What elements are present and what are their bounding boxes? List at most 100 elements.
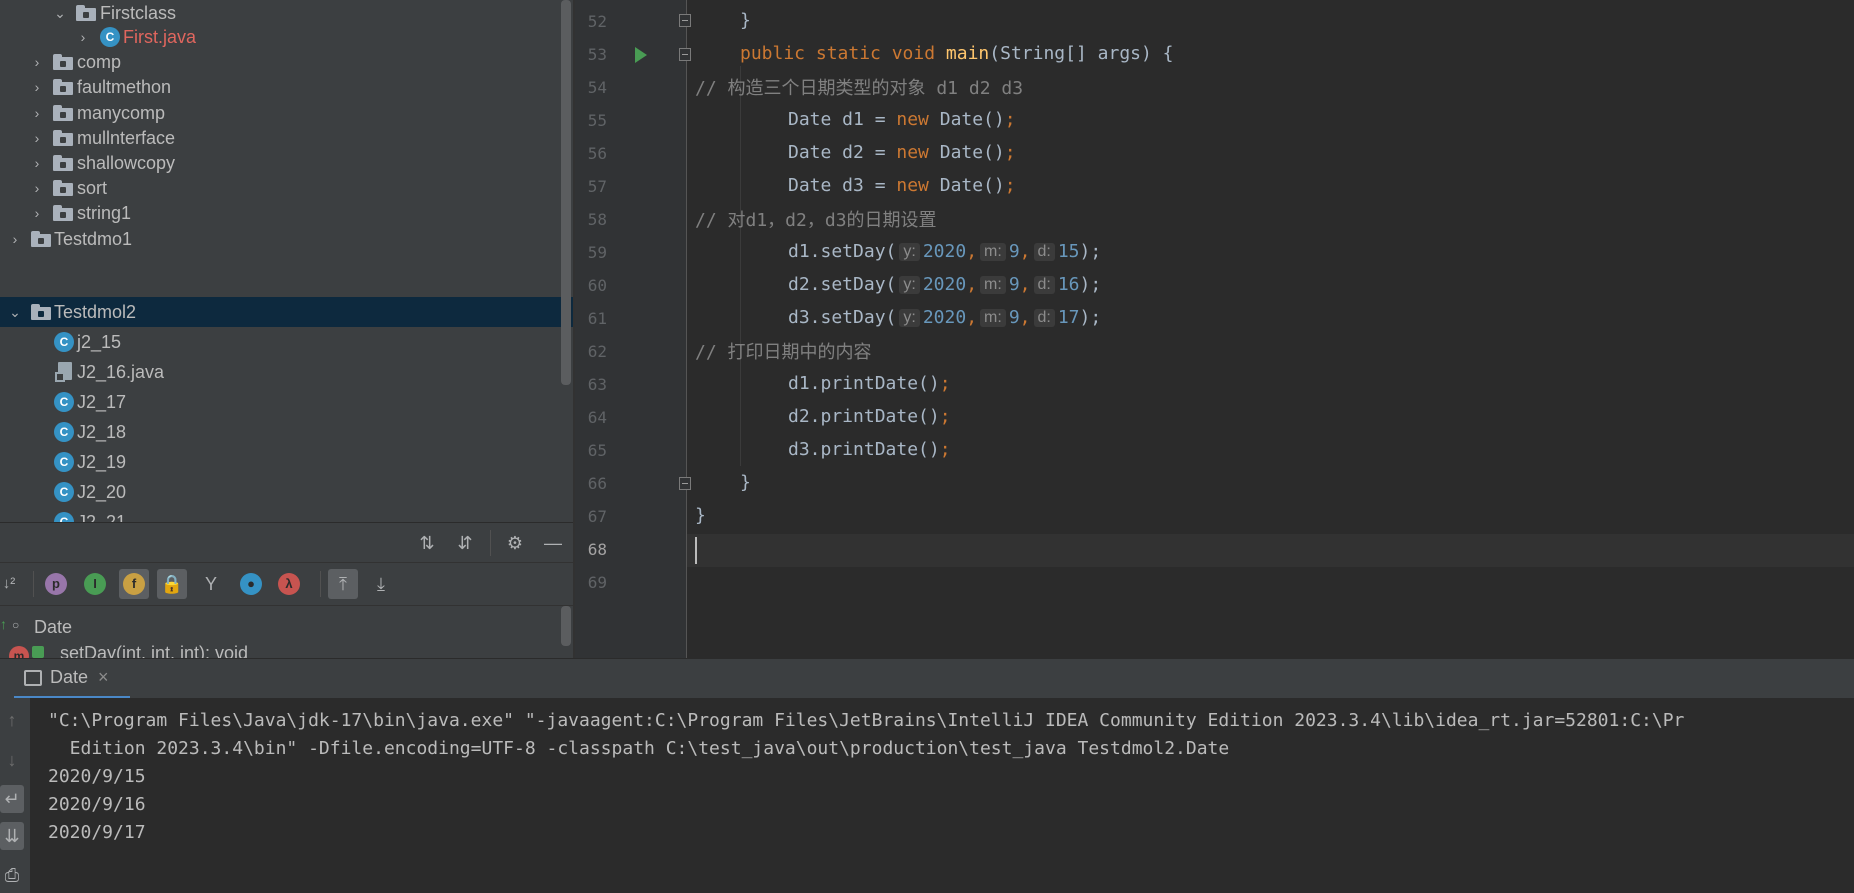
project-scrollbar[interactable] <box>561 0 571 385</box>
chevron-down-icon[interactable]: ⌄ <box>53 6 67 20</box>
show-lambdas-icon[interactable]: λ <box>278 573 300 595</box>
code-line-58-comment: // 对d1，d2，d3的日期设置 <box>695 209 937 231</box>
run-panel-header: Date × <box>0 658 1854 699</box>
console-icon <box>24 669 42 686</box>
tree-item-j2-16-java[interactable]: J2_16.java <box>0 357 573 387</box>
autoscroll-from-source-icon[interactable]: ⤓ <box>366 569 396 599</box>
toolbar-separator <box>33 571 34 597</box>
toolbar-separator <box>320 571 321 597</box>
structure-tree: ↑ ○ Date m setDay(int, int, int): void <box>0 605 573 658</box>
chevron-right-icon[interactable]: › <box>30 106 44 120</box>
current-line-highlight <box>687 534 1854 567</box>
structure-scrollbar[interactable] <box>561 606 571 646</box>
chevron-right-icon[interactable]: › <box>30 181 44 195</box>
java-class-icon: C <box>54 392 74 412</box>
code-line-53: public static void main (String[] args) { <box>740 43 1174 64</box>
chevron-right-icon[interactable]: › <box>30 80 44 94</box>
tree-item-label: Testdmol2 <box>54 301 137 322</box>
tree-item-label: First.java <box>123 26 197 47</box>
tree-item-label: shallowcopy <box>77 152 176 173</box>
param-hint-d: d: <box>1033 242 1055 261</box>
soft-wrap-icon[interactable]: ↵ <box>0 785 24 813</box>
tree-item-label: sort <box>77 177 108 198</box>
java-class-icon: C <box>54 422 74 442</box>
param-hint-y: y: <box>899 275 920 294</box>
autoscroll-to-source-icon[interactable]: ⤒ <box>328 569 358 599</box>
code-line-57: Date d3 = new Date(); <box>788 175 1016 196</box>
folder-icon <box>76 5 96 21</box>
console-line: 2020/9/17 <box>48 822 146 843</box>
line-number: 67 <box>587 507 607 526</box>
tree-item-testdmol2-row[interactable]: ⌄ Testdmol2 <box>0 297 573 327</box>
fold-marker-icon[interactable] <box>679 48 691 61</box>
structure-item-setday[interactable]: m setDay(int, int, int): void <box>0 640 573 658</box>
code-line-65: d3.printDate(); <box>788 439 951 460</box>
fold-marker-icon[interactable] <box>679 14 691 27</box>
tree-item-j2-21[interactable]: C J2_21 <box>0 507 573 522</box>
tree-item-label: Testdmo1 <box>54 228 133 249</box>
java-class-icon: C <box>54 482 74 502</box>
code-editor[interactable]: 52 53 54 55 56 57 58 59 60 61 62 63 64 6… <box>573 0 1854 658</box>
tree-item-j2-17[interactable]: C J2_17 <box>0 387 573 417</box>
tree-item-testdmo1[interactable]: › Testdmo1 <box>0 224 573 254</box>
run-icon[interactable] <box>635 47 647 63</box>
line-number: 62 <box>587 342 607 361</box>
tree-item-j2-18[interactable]: C J2_18 <box>0 417 573 447</box>
tree-item-label: j2_15 <box>77 331 122 352</box>
tree-item-j2-19[interactable]: C J2_19 <box>0 447 573 477</box>
folder-icon <box>53 54 73 70</box>
print-icon[interactable]: ⎙ <box>0 861 24 889</box>
minimize-icon[interactable]: — <box>538 528 568 558</box>
fold-marker-icon[interactable] <box>679 477 691 490</box>
chevron-right-icon[interactable]: › <box>8 232 22 246</box>
toolbar-separator <box>490 530 491 556</box>
param-hint-y: y: <box>899 242 920 261</box>
gear-icon[interactable]: ⚙ <box>500 528 530 558</box>
folder-icon <box>53 79 73 95</box>
line-number: 68 <box>587 540 607 559</box>
class-marker-icon: ↑ <box>0 616 7 632</box>
run-tab-label: Date <box>50 667 89 687</box>
console-output[interactable]: "C:\Program Files\Java\jdk-17\bin\java.e… <box>30 698 1854 893</box>
show-non-public-icon[interactable]: 🔒 <box>157 569 187 599</box>
line-number: 64 <box>587 408 607 427</box>
console-line: Edition 2023.3.4\bin" -Dfile.encoding=UT… <box>48 738 1230 759</box>
line-number: 60 <box>587 276 607 295</box>
chevron-right-icon[interactable]: › <box>30 156 44 170</box>
anonymous-class-icon[interactable]: ● <box>240 573 262 595</box>
sort-alphabetically-icon[interactable]: ↓² <box>0 569 24 599</box>
tree-item-j2-20[interactable]: C J2_20 <box>0 477 573 507</box>
param-hint-d: d: <box>1033 275 1055 294</box>
show-properties-icon[interactable]: p <box>45 573 67 595</box>
tree-item-label: J2_16.java <box>77 361 165 382</box>
structure-toolbar: ↓² p I f 🔒 Y ● λ ⤒ ⤓ <box>0 562 573 605</box>
chevron-down-icon[interactable]: ⌄ <box>8 305 22 319</box>
scroll-to-end-icon[interactable]: ⇊ <box>0 822 24 850</box>
tree-item-label: J2_21 <box>77 511 127 523</box>
chevron-right-icon[interactable]: › <box>30 206 44 220</box>
chevron-right-icon[interactable]: › <box>30 55 44 69</box>
code-line-55: Date d1 = new Date(); <box>788 109 1016 130</box>
chevron-right-icon[interactable]: › <box>30 131 44 145</box>
line-number: 65 <box>587 441 607 460</box>
folder-icon <box>53 105 73 121</box>
show-hierarchy-icon[interactable]: Y <box>196 569 226 599</box>
java-class-icon: C <box>54 332 74 352</box>
structure-item-date[interactable]: ↑ ○ Date <box>0 614 573 640</box>
close-icon[interactable]: × <box>98 667 109 688</box>
arrow-down-icon[interactable]: ↓ <box>0 746 24 774</box>
arrow-up-icon[interactable]: ↑ <box>0 706 24 734</box>
show-inherited-icon[interactable]: I <box>84 573 106 595</box>
console-line: 2020/9/15 <box>48 766 146 787</box>
tree-item-j2-15[interactable]: C j2_15 <box>0 327 573 357</box>
folder-icon <box>31 231 51 247</box>
run-tab-date[interactable]: Date × <box>14 659 130 699</box>
console-line: "C:\Program Files\Java\jdk-17\bin\java.e… <box>48 710 1685 731</box>
tree-item-label: J2_19 <box>77 451 127 472</box>
expand-all-icon[interactable]: ⇅ <box>412 528 442 558</box>
collapse-all-icon[interactable]: ⇵ <box>450 528 480 558</box>
folder-icon <box>53 180 73 196</box>
tree-item-label: manycomp <box>77 102 166 123</box>
show-fields-toggle[interactable]: f <box>119 569 149 599</box>
chevron-right-icon[interactable]: › <box>76 30 90 44</box>
